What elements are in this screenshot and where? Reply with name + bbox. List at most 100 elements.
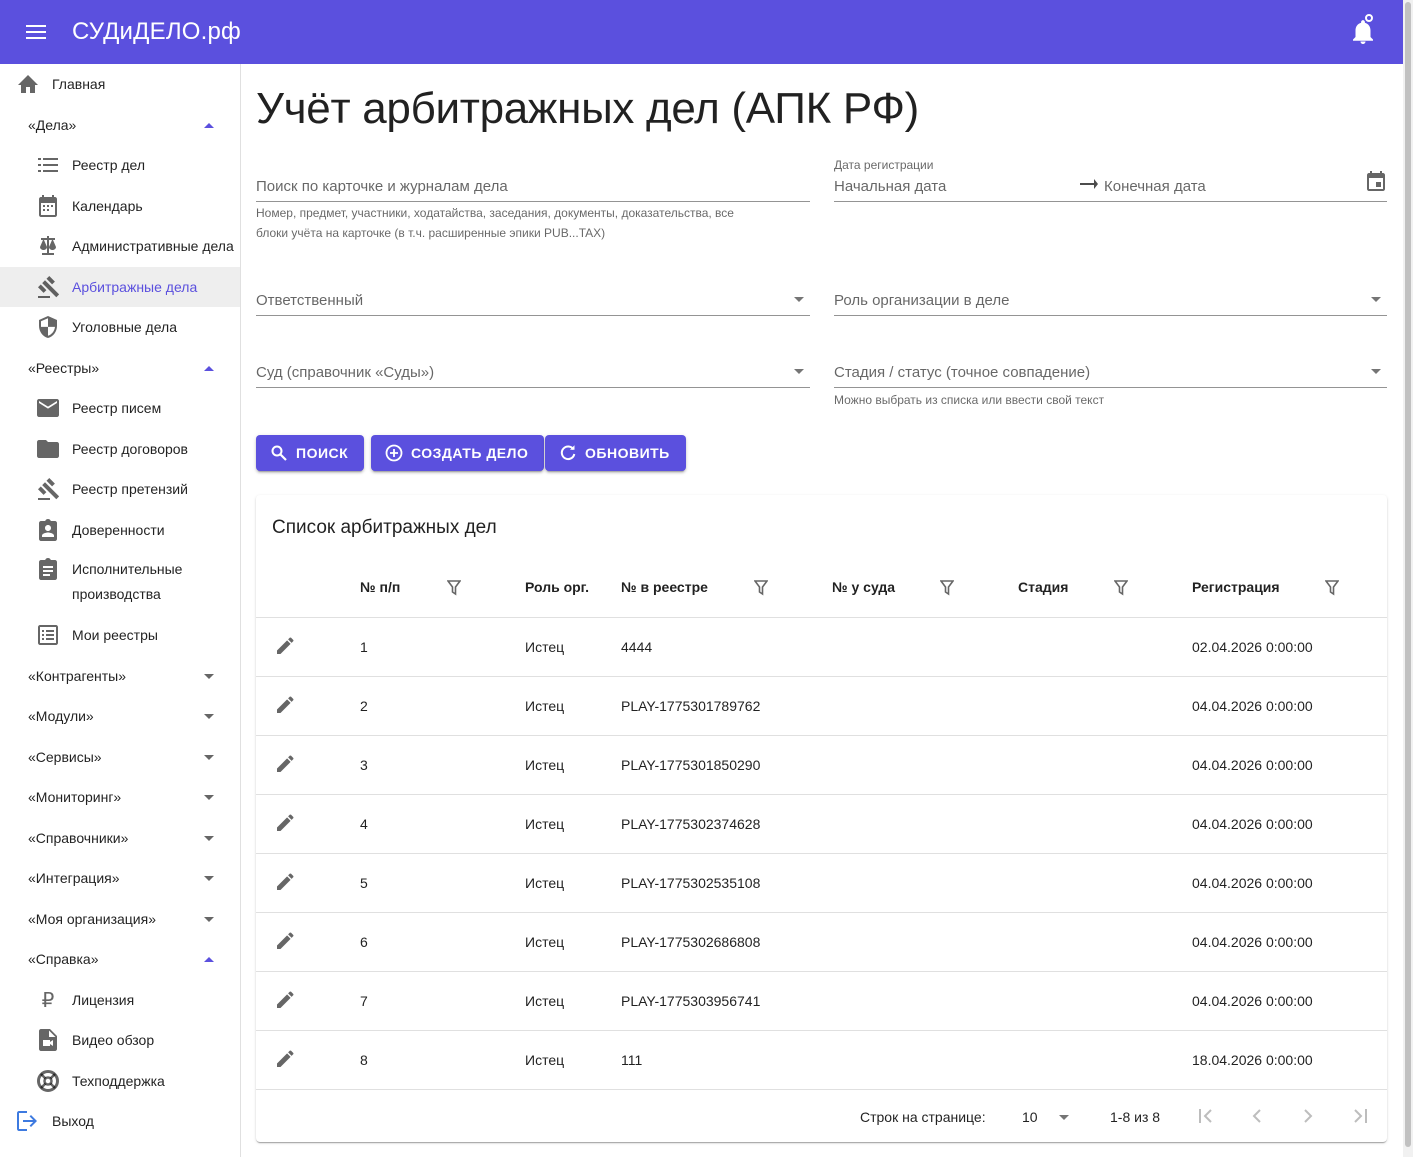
court-placeholder: Суд (справочник «Суды»)	[256, 364, 435, 381]
search-input[interactable]: Поиск по карточке и журналам дела	[256, 164, 810, 202]
column-header-stage[interactable]: Стадия	[1018, 579, 1068, 595]
scrollbar-thumb[interactable]	[1405, 2, 1411, 1147]
start-date-input[interactable]: Начальная дата	[834, 178, 946, 195]
filter-icon[interactable]	[753, 580, 769, 596]
cell-reg-num: PLAY-1775302535108	[621, 875, 761, 891]
app-bar: СУДиДЕЛО.рф	[0, 0, 1403, 64]
filter-icon[interactable]	[1324, 580, 1340, 596]
chevron-down-icon	[204, 835, 214, 841]
sidebar-group-monitoring[interactable]: «Мониторинг»	[0, 777, 240, 817]
search-hint-line: блоки учёта на карточке (в т.ч. расширен…	[256, 226, 606, 240]
app-title[interactable]: СУДиДЕЛО.рф	[72, 18, 241, 46]
chevron-down-icon[interactable]	[1059, 1115, 1069, 1120]
edit-icon[interactable]	[276, 991, 294, 1009]
filter-icon[interactable]	[446, 580, 462, 596]
cell-registered: 04.04.2026 0:00:00	[1192, 993, 1313, 1009]
edit-icon[interactable]	[276, 755, 294, 773]
cell-registered: 04.04.2026 0:00:00	[1192, 698, 1313, 714]
sidebar-group-cases[interactable]: «Дела»	[0, 105, 240, 145]
edit-icon[interactable]	[276, 932, 294, 950]
cell-registered: 04.04.2026 0:00:00	[1192, 875, 1313, 891]
column-header-registered[interactable]: Регистрация	[1192, 579, 1280, 595]
filter-icon[interactable]	[939, 580, 955, 596]
shield-icon	[36, 315, 60, 339]
edit-icon[interactable]	[276, 873, 294, 891]
edit-icon[interactable]	[276, 637, 294, 655]
sidebar-item-claims[interactable]: Реестр претензий	[0, 469, 240, 509]
org-role-placeholder: Роль организации в деле	[834, 292, 1010, 309]
sidebar-item-enforcement[interactable]: Исполнительные производства	[0, 550, 240, 610]
dropdown-arrow-icon	[1371, 369, 1381, 374]
sidebar-item-case-registry[interactable]: Реестр дел	[0, 145, 240, 185]
create-case-button[interactable]: СОЗДАТЬ ДЕЛО	[371, 435, 545, 471]
sidebar-item-arbitration[interactable]: Арбитражные дела	[0, 267, 240, 307]
video-file-icon	[36, 1028, 60, 1052]
column-header-role[interactable]: Роль орг.	[525, 579, 589, 595]
ruble-icon: ₽	[41, 988, 55, 1012]
table-row[interactable]: 2 Истец PLAY-1775301789762 04.04.2026 0:00:…	[256, 677, 1387, 736]
last-page-icon[interactable]	[1352, 1109, 1368, 1126]
first-page-icon[interactable]	[1198, 1109, 1214, 1126]
sidebar-group-integration[interactable]: «Интеграция»	[0, 858, 240, 898]
sidebar-item-letters[interactable]: Реестр писем	[0, 388, 240, 428]
edit-icon[interactable]	[276, 1050, 294, 1068]
org-role-select[interactable]: Роль организации в деле	[834, 278, 1387, 316]
refresh-button-label: ОБНОВИТЬ	[585, 445, 670, 461]
sidebar-item-powers-of-attorney[interactable]: Доверенности	[0, 510, 240, 550]
previous-page-icon[interactable]	[1252, 1109, 1262, 1126]
column-header-num[interactable]: № п/п	[360, 579, 400, 595]
sidebar-item-license[interactable]: ₽ Лицензия	[0, 980, 240, 1020]
sidebar-group-contractors[interactable]: «Контрагенты»	[0, 656, 240, 696]
edit-icon[interactable]	[276, 814, 294, 832]
sidebar-item-logout[interactable]: Выход	[0, 1101, 240, 1141]
sidebar-item-criminal[interactable]: Уголовные дела	[0, 307, 240, 347]
table-row[interactable]: 6 Истец PLAY-1775302686808 04.04.2026 0:00:…	[256, 913, 1387, 972]
sidebar-group-my-organization[interactable]: «Моя организация»	[0, 899, 240, 939]
sidebar-item-contracts[interactable]: Реестр договоров	[0, 429, 240, 469]
sidebar-item-video[interactable]: Видео обзор	[0, 1020, 240, 1060]
cell-role: Истец	[525, 639, 565, 655]
sidebar-group-references[interactable]: «Справочники»	[0, 818, 240, 858]
next-page-icon[interactable]	[1303, 1109, 1313, 1126]
sidebar-item-home[interactable]: Главная	[0, 64, 240, 104]
notifications-bell-icon[interactable]	[1347, 14, 1379, 50]
column-header-reg-num[interactable]: № в реестре	[621, 579, 708, 595]
filter-icon[interactable]	[1113, 580, 1129, 596]
sidebar-item-label: Исполнительные	[72, 561, 183, 577]
table-row[interactable]: 1 Истец 4444 02.04.2026 0:00:00	[256, 618, 1387, 677]
stage-combobox[interactable]: Стадия / статус (точное совпадение)	[834, 350, 1387, 388]
search-button[interactable]: ПОИСК	[256, 435, 365, 471]
sidebar-group-help[interactable]: «Справка»	[0, 939, 240, 979]
sidebar-group-modules[interactable]: «Модули»	[0, 696, 240, 736]
sidebar-item-support[interactable]: Техподдержка	[0, 1061, 240, 1101]
arrow-right-icon	[1080, 177, 1098, 195]
sidebar-group-registries[interactable]: «Реестры»	[0, 348, 240, 388]
calendar-icon[interactable]	[1367, 171, 1385, 196]
page-title: Учёт арбитражных дел (АПК РФ)	[256, 84, 919, 133]
table-row[interactable]: 7 Истец PLAY-1775303956741 04.04.2026 0:00:…	[256, 972, 1387, 1031]
table-row[interactable]: 4 Истец PLAY-1775302374628 04.04.2026 0:00:…	[256, 795, 1387, 854]
sidebar-item-calendar[interactable]: Календарь	[0, 186, 240, 226]
sidebar-item-label: Реестр договоров	[72, 440, 188, 457]
chevron-down-icon	[204, 713, 214, 719]
chevron-down-icon	[204, 916, 214, 922]
court-select[interactable]: Суд (справочник «Суды»)	[256, 350, 810, 388]
table-row[interactable]: 3 Истец PLAY-1775301850290 04.04.2026 0:00:…	[256, 736, 1387, 795]
add-circle-icon	[385, 444, 403, 462]
page-scrollbar[interactable]	[1403, 0, 1413, 1157]
end-date-input[interactable]: Конечная дата	[1104, 178, 1206, 195]
menu-icon[interactable]	[0, 0, 72, 64]
table-row[interactable]: 8 Истец 111 18.04.2026 0:00:00	[256, 1031, 1387, 1090]
sidebar-group-services[interactable]: «Сервисы»	[0, 737, 240, 777]
column-header-court-num[interactable]: № у суда	[832, 579, 895, 595]
sidebar-item-administrative[interactable]: Административные дела	[0, 226, 240, 266]
refresh-button[interactable]: ОБНОВИТЬ	[545, 435, 686, 471]
responsible-select[interactable]: Ответственный	[256, 278, 810, 316]
table-row[interactable]: 5 Истец PLAY-1775302535108 04.04.2026 0:00:…	[256, 854, 1387, 913]
cell-role: Истец	[525, 816, 565, 832]
cell-num: 1	[360, 639, 368, 655]
chevron-up-icon	[204, 122, 214, 128]
sidebar-item-my-registries[interactable]: Мои реестры	[0, 615, 240, 655]
rows-per-page-select[interactable]: 10	[1022, 1109, 1038, 1125]
edit-icon[interactable]	[276, 696, 294, 714]
